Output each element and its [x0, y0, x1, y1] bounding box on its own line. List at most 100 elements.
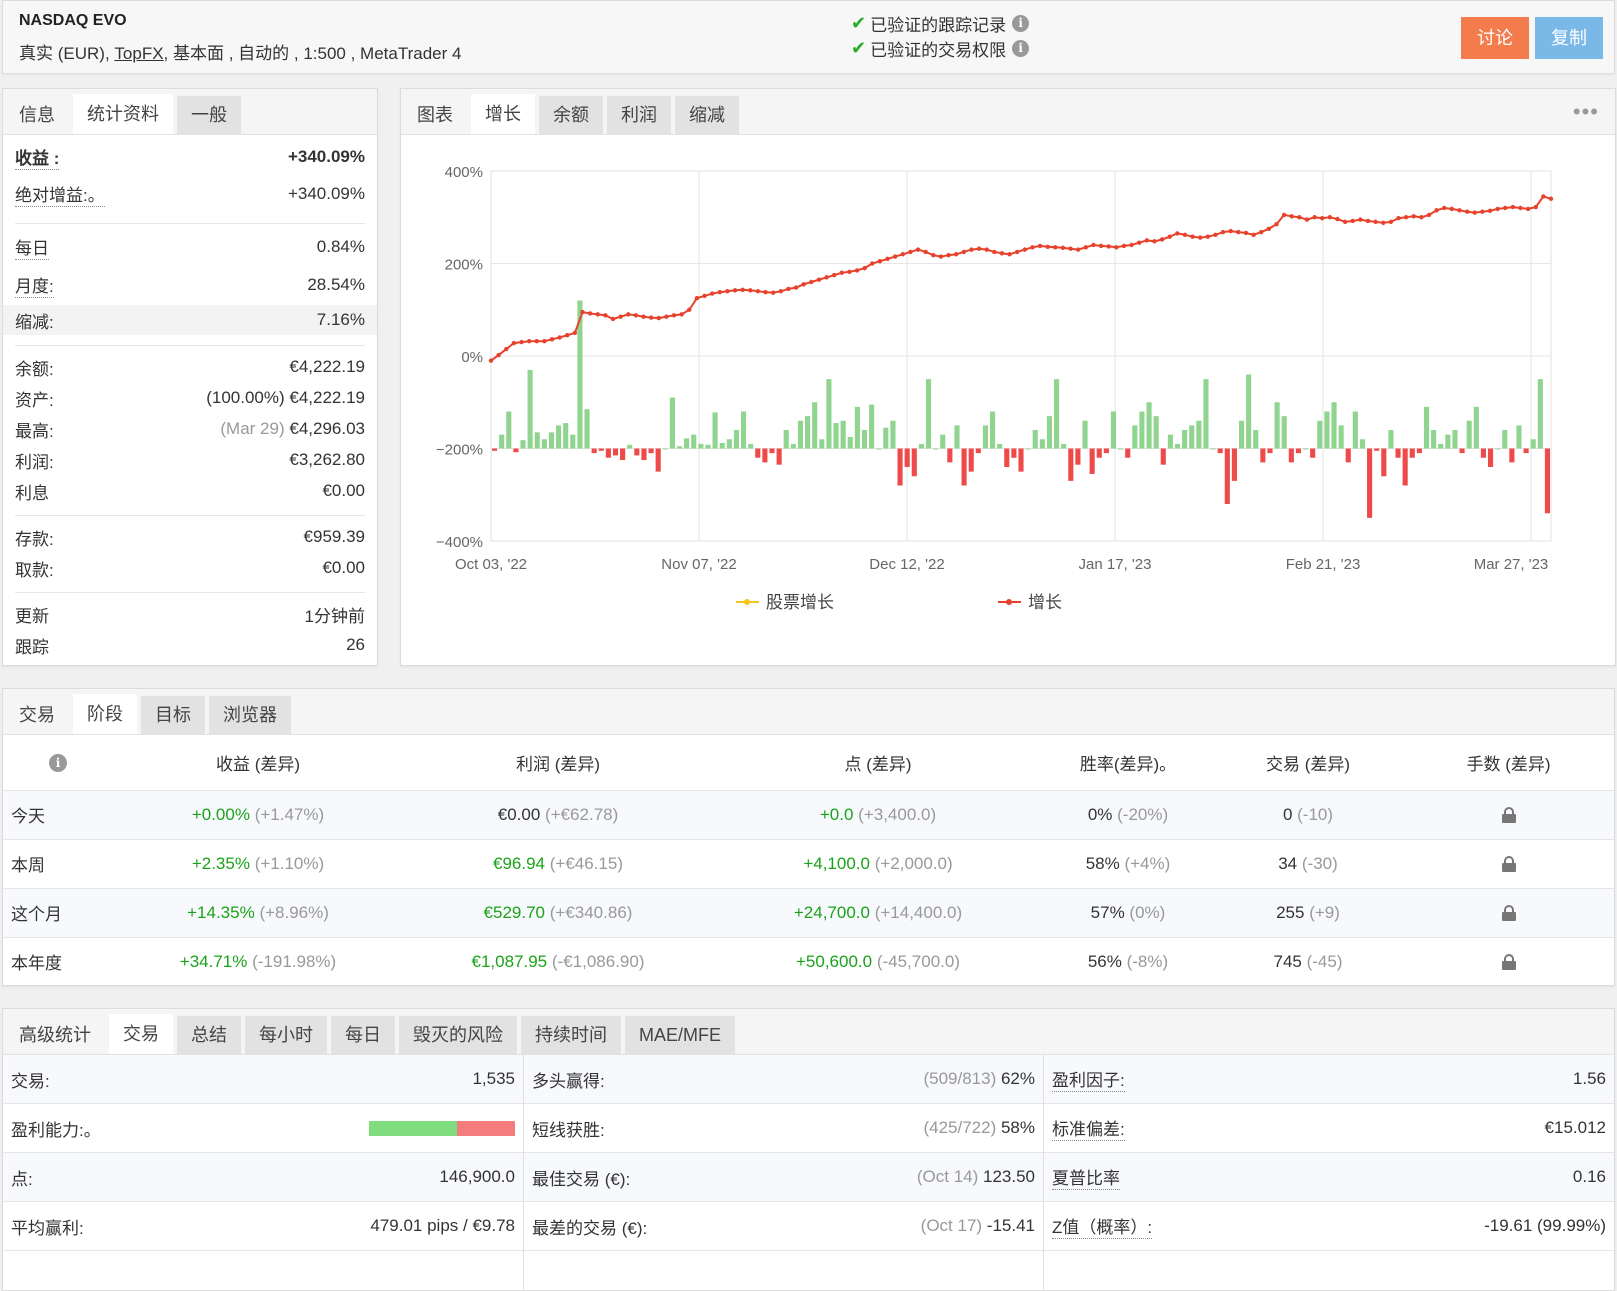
account-type: 真实 (EUR), — [19, 44, 110, 63]
period-win: 58% (+4%) — [1043, 838, 1213, 888]
std-dev-label: 标准偏差: — [1052, 1115, 1125, 1141]
growth-point — [1396, 215, 1401, 221]
growth-point — [1320, 215, 1325, 221]
period-gain: +0.00% (+1.47%) — [113, 789, 403, 839]
bar-negative — [648, 448, 654, 454]
growth-point — [976, 246, 982, 251]
trades-diff: (+9) — [1309, 902, 1340, 922]
growth-point — [1030, 245, 1035, 250]
adv-trades-row: 交易: 1,535 — [3, 1055, 523, 1104]
profit-diff: (-€1,086.90) — [551, 951, 645, 971]
bar-positive — [833, 423, 839, 449]
growth-point — [1350, 218, 1355, 224]
tab-growth[interactable]: 增长 — [471, 94, 535, 134]
tab-summary[interactable]: 总结 — [177, 1016, 241, 1054]
tab-info[interactable]: 信息 — [5, 96, 69, 134]
discuss-button[interactable]: 讨论 — [1461, 17, 1529, 59]
drawdown-label: 缩减: — [15, 312, 54, 332]
tab-profit[interactable]: 利润 — [607, 96, 671, 134]
growth-point — [786, 286, 791, 292]
x-tick-label: Mar 27, '23 — [1474, 556, 1549, 573]
growth-point — [809, 279, 814, 285]
bar-positive — [1338, 425, 1344, 449]
verified-trading-privileges: ✔ 已验证的交易权限 i — [851, 36, 1030, 61]
bar-negative — [1395, 448, 1401, 458]
tab-chart[interactable]: 图表 — [403, 96, 467, 134]
tab-risk-of-ruin[interactable]: 毁灭的风险 — [399, 1016, 517, 1054]
chart-tabbar: 图表 增长 余额 利润 缩减 — [401, 89, 1615, 135]
bar-positive — [1530, 439, 1536, 449]
bar-negative — [911, 448, 917, 477]
period-lots — [1403, 838, 1614, 888]
tab-adv-trades[interactable]: 交易 — [109, 1014, 173, 1054]
bar-positive — [1189, 425, 1195, 449]
growth-point — [892, 254, 898, 259]
tab-mae-mfe[interactable]: MAE/MFE — [625, 1016, 736, 1054]
bar-positive — [1537, 379, 1543, 449]
tab-periods[interactable]: 阶段 — [73, 694, 137, 734]
growth-point — [519, 339, 524, 345]
shorts-percent: 58% — [1000, 1118, 1035, 1137]
bar-negative — [598, 448, 604, 451]
tab-hourly[interactable]: 每小时 — [245, 1016, 327, 1054]
bar-positive — [797, 420, 804, 449]
tab-balance[interactable]: 余额 — [539, 96, 603, 134]
header-lots: 手数 (差异) — [1466, 754, 1551, 774]
growth-point — [1312, 215, 1317, 220]
bar-positive — [541, 439, 547, 449]
bar-positive — [1118, 448, 1124, 450]
tab-general[interactable]: 一般 — [177, 96, 241, 134]
growth-point — [938, 254, 944, 259]
win-value: 0% — [1087, 804, 1113, 824]
tab-drawdown[interactable]: 缩减 — [675, 96, 739, 134]
profit-diff: (+€340.86) — [549, 902, 633, 922]
bar-negative — [776, 448, 782, 465]
pips-value: +50,600.0 — [795, 951, 873, 971]
lock-icon[interactable] — [1501, 954, 1516, 971]
bar-negative — [513, 448, 519, 453]
lock-icon[interactable] — [1501, 905, 1516, 922]
period-lots — [1403, 887, 1614, 937]
growth-point — [885, 256, 890, 262]
copy-button[interactable]: 复制 — [1535, 17, 1603, 59]
growth-point — [801, 282, 806, 287]
periods-header-row: i 收益 (差异) 利润 (差异) 点 (差异) 胜率(差异)。 交易 (差异)… — [3, 735, 1614, 790]
shorts-ratio: (425/722) — [923, 1118, 997, 1137]
growth-point — [793, 285, 799, 290]
lock-icon[interactable] — [1501, 856, 1516, 873]
more-options-icon[interactable]: ••• — [1573, 99, 1599, 125]
tab-advanced-stats[interactable]: 高级统计 — [5, 1016, 105, 1054]
growth-point — [633, 313, 639, 318]
profit-diff: (+€62.78) — [545, 804, 619, 824]
info-icon[interactable]: i — [49, 754, 67, 773]
tab-statistics[interactable]: 统计资料 — [73, 94, 173, 134]
gain-diff: (+1.47%) — [254, 804, 325, 824]
growth-point — [504, 346, 509, 352]
bar-positive — [1445, 434, 1451, 449]
bar-positive — [1274, 402, 1280, 449]
bar-positive — [1281, 416, 1287, 449]
sharpe-row: 夏普比率 0.16 — [1044, 1153, 1614, 1202]
tab-duration[interactable]: 持续时间 — [521, 1016, 621, 1054]
tab-browser[interactable]: 浏览器 — [209, 696, 291, 734]
win-value: 57% — [1090, 902, 1125, 922]
gain-value: +0.00% — [191, 804, 250, 824]
bar-positive — [1196, 420, 1202, 449]
tab-trades[interactable]: 交易 — [5, 696, 69, 734]
info-icon[interactable]: i — [1012, 15, 1030, 32]
growth-point — [664, 314, 669, 319]
tab-goals[interactable]: 目标 — [141, 696, 205, 734]
tab-daily[interactable]: 每日 — [331, 1016, 395, 1054]
profitability-win-fill — [369, 1120, 457, 1136]
adv-trades-value: 1,535 — [472, 1069, 515, 1088]
growth-point — [1342, 219, 1348, 225]
growth-point — [1518, 205, 1523, 211]
broker-link[interactable]: TopFX — [114, 44, 163, 63]
info-icon[interactable]: i — [1012, 40, 1030, 57]
bar-positive — [1431, 430, 1437, 449]
growth-point — [1075, 247, 1081, 252]
bar-positive — [1046, 416, 1053, 449]
growth-point — [1098, 243, 1104, 249]
lock-icon[interactable] — [1501, 807, 1516, 824]
bar-positive — [506, 411, 512, 449]
